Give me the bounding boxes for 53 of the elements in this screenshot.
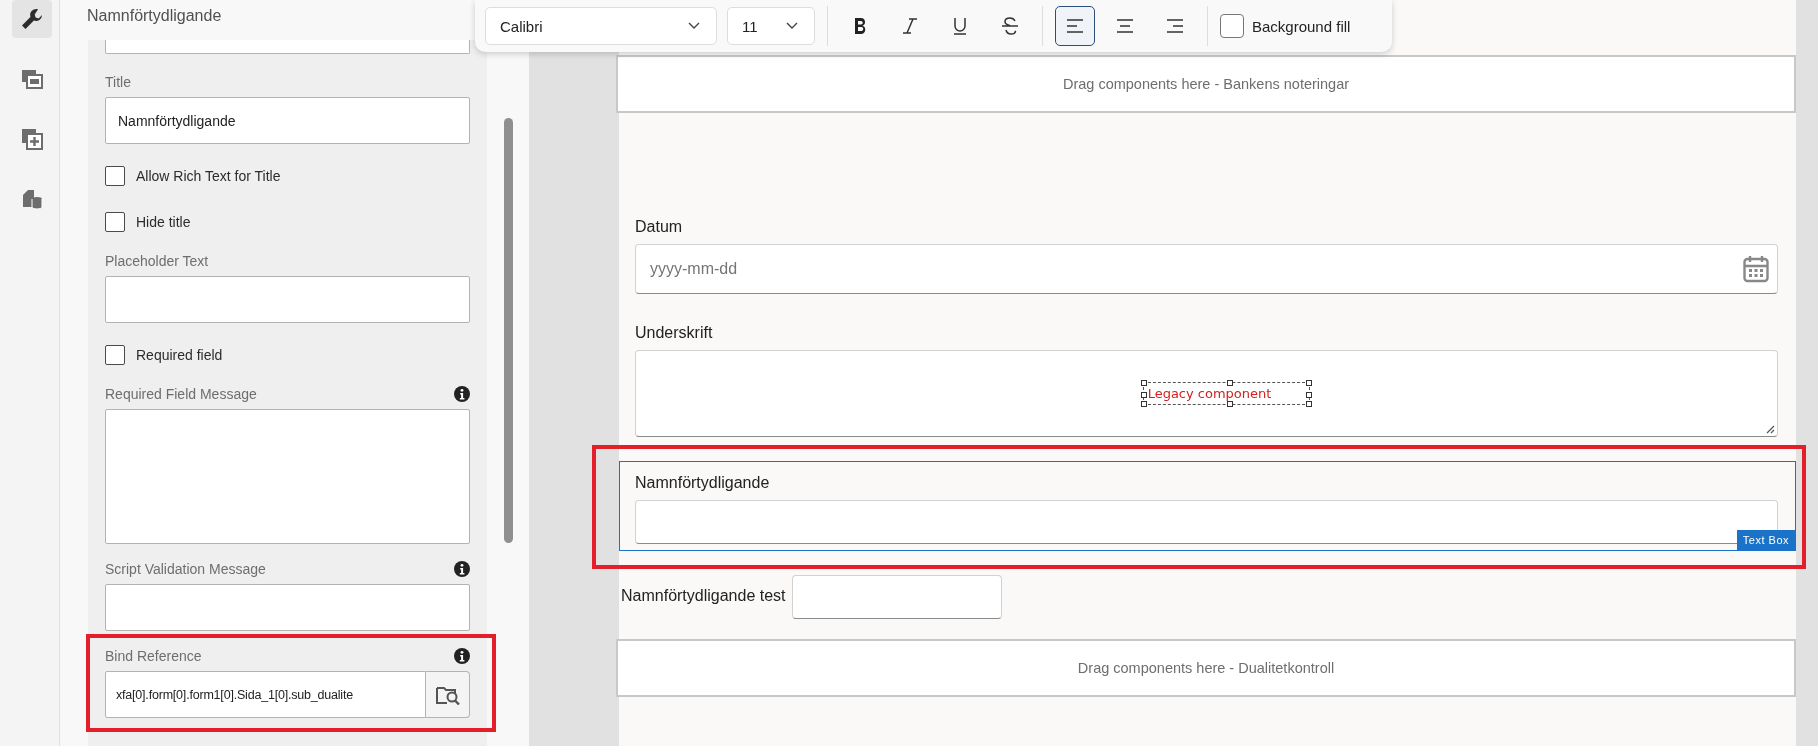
checkbox[interactable] [105, 345, 125, 365]
checkbox-label: Background fill [1252, 17, 1351, 35]
text-box-component[interactable]: Namnförtydligande Text Box [619, 461, 1796, 551]
align-left-icon [1065, 16, 1085, 36]
info-icon[interactable] [454, 386, 470, 402]
drop-zone[interactable]: Drag components here - Dualitetkontroll [616, 639, 1796, 697]
strikethrough-icon [1000, 16, 1020, 36]
checkbox-label: Required field [136, 347, 223, 363]
field-label: Namnförtydligande test [621, 587, 786, 606]
text-field[interactable] [105, 584, 470, 631]
wrench-icon [19, 7, 44, 31]
rail-button[interactable] [11, 0, 52, 38]
field-label: Namnförtydligande [635, 474, 771, 493]
field-label: Bind Reference [105, 648, 202, 664]
caret-icon [688, 22, 700, 30]
media-icon [19, 67, 44, 91]
text-field[interactable]: xfa[0].form[0].form1[0].Sida_1[0].sub_dualite [105, 671, 426, 718]
drop-zone[interactable]: Drag components here - Bankens noteringar [616, 55, 1796, 113]
text-field[interactable] [105, 276, 470, 323]
caret-icon [786, 22, 798, 30]
date-field[interactable]: yyyy-mm-dd [635, 244, 1778, 294]
italic-icon [900, 16, 920, 36]
component-badge: Text Box [1736, 530, 1795, 550]
add-page-icon [19, 127, 44, 151]
signature-field[interactable]: Legacy component [635, 350, 1778, 437]
text-field[interactable] [791, 575, 1002, 619]
folder-search-icon [435, 684, 460, 705]
checkbox[interactable] [105, 166, 125, 186]
field-label: Placeholder Text [105, 253, 209, 269]
legacy-component[interactable]: Legacy component [1142, 382, 1311, 405]
text-field[interactable] [105, 40, 470, 54]
info-icon[interactable] [454, 561, 470, 577]
calendar-icon [1743, 255, 1769, 283]
panel-title: Namnförtydligande [87, 7, 222, 25]
checkbox[interactable] [105, 212, 125, 232]
scrollbar[interactable] [503, 118, 513, 543]
align-center-icon [1115, 16, 1135, 36]
field-label: Required Field Message [105, 386, 257, 402]
resize-handle-icon [1766, 425, 1775, 434]
checkbox[interactable] [1220, 14, 1244, 38]
format-button[interactable] [1055, 6, 1095, 46]
checkbox-label: Allow Rich Text for Title [136, 168, 281, 184]
field-label: Datum [635, 218, 684, 237]
checkbox-label: Hide title [136, 214, 191, 230]
info-icon[interactable] [454, 648, 470, 664]
align-right-icon [1165, 16, 1185, 36]
text-field[interactable]: Namnförtydligande [105, 97, 470, 144]
field-label: Title [105, 74, 131, 90]
field-label: Script Validation Message [105, 561, 266, 577]
field-label: Underskrift [635, 324, 714, 343]
font-dropdown[interactable]: Calibri [485, 7, 717, 45]
size-dropdown[interactable]: 11 [727, 7, 815, 45]
browse-button[interactable] [426, 671, 470, 718]
